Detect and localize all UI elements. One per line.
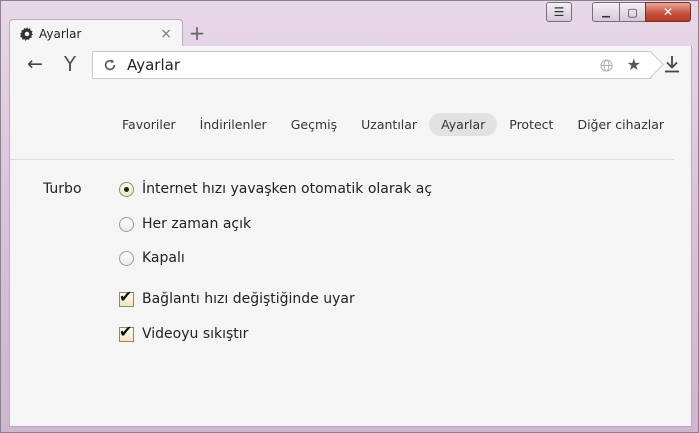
nav-item-protect[interactable]: Protect (497, 113, 565, 136)
star-icon[interactable]: ★ (627, 55, 641, 74)
close-icon: ✕ (662, 5, 674, 19)
download-icon[interactable] (663, 54, 681, 74)
nav-item-ayarlar[interactable]: Ayarlar (429, 113, 498, 136)
checkbox-option-warn[interactable]: ✔ Bağlantı hızı değiştiğinde uyar (119, 287, 355, 307)
browser-menu-button[interactable]: ☰ (546, 2, 572, 22)
checkbox-compress[interactable]: ✔ (119, 322, 134, 342)
radio-button-always-on[interactable] (119, 216, 134, 232)
window-controls: ☰ ▁ ▢ ✕ (546, 2, 691, 22)
browser-logo-icon[interactable]: Y (60, 52, 80, 76)
radio-label-off[interactable]: Kapalı (142, 250, 185, 266)
checkbox-label-compress[interactable]: Videoyu sıkıştır (142, 326, 248, 342)
turbo-section-label: Turbo (43, 181, 82, 197)
checkbox-option-compress[interactable]: ✔ Videoyu sıkıştır (119, 322, 248, 342)
radio-label-always-on[interactable]: Her zaman açık (142, 216, 251, 232)
reload-icon[interactable] (102, 57, 118, 73)
address-bar[interactable]: Ayarlar ★ (92, 51, 652, 79)
toolbar: ← Y Ayarlar ★ (9, 46, 692, 84)
minimize-icon: ▁ (602, 6, 610, 18)
tab-settings[interactable]: Ayarlar × (9, 19, 183, 47)
divider (10, 159, 674, 160)
radio-label-auto[interactable]: İnternet hızı yavaşken otomatik olarak a… (142, 181, 432, 197)
close-window-button[interactable]: ✕ (645, 2, 691, 22)
radio-option-off[interactable]: Kapalı (119, 250, 185, 266)
nav-item-indirilenler[interactable]: İndirilenler (188, 113, 279, 136)
nav-item-gecmis[interactable]: Geçmiş (279, 113, 349, 136)
back-arrow-icon[interactable]: ← (24, 53, 46, 75)
maximize-icon: ▢ (627, 5, 638, 19)
minimize-button[interactable]: ▁ (592, 2, 619, 22)
settings-nav: Favoriler İndirilenler Geçmiş Uzantılar … (110, 113, 676, 136)
checkmark-icon: ✔ (119, 321, 133, 341)
nav-item-uzantilar[interactable]: Uzantılar (349, 113, 429, 136)
address-text: Ayarlar (127, 56, 181, 74)
new-tab-button[interactable]: + (187, 21, 207, 45)
settings-page: Favoriler İndirilenler Geçmiş Uzantılar … (9, 84, 692, 427)
radio-option-always-on[interactable]: Her zaman açık (119, 216, 251, 232)
nav-item-diger-cihazlar[interactable]: Diğer cihazlar (565, 113, 676, 136)
globe-icon[interactable] (599, 58, 613, 72)
menu-icon: ☰ (553, 5, 565, 19)
radio-option-auto[interactable]: İnternet hızı yavaşken otomatik olarak a… (119, 181, 432, 197)
tab-close-icon[interactable]: × (160, 26, 172, 42)
checkbox-label-warn[interactable]: Bağlantı hızı değiştiğinde uyar (142, 291, 355, 307)
gear-icon (19, 26, 34, 41)
browser-window: ☰ ▁ ▢ ✕ Ayarlar × + ← Y Ayarlar ★ Favori… (0, 0, 699, 433)
radio-button-off[interactable] (119, 250, 134, 266)
checkbox-warn[interactable]: ✔ (119, 287, 134, 307)
radio-button-auto[interactable] (119, 181, 134, 197)
maximize-button[interactable]: ▢ (619, 2, 645, 22)
tab-title: Ayarlar (39, 26, 82, 41)
nav-item-favoriler[interactable]: Favoriler (110, 113, 188, 136)
checkmark-icon: ✔ (119, 286, 133, 306)
